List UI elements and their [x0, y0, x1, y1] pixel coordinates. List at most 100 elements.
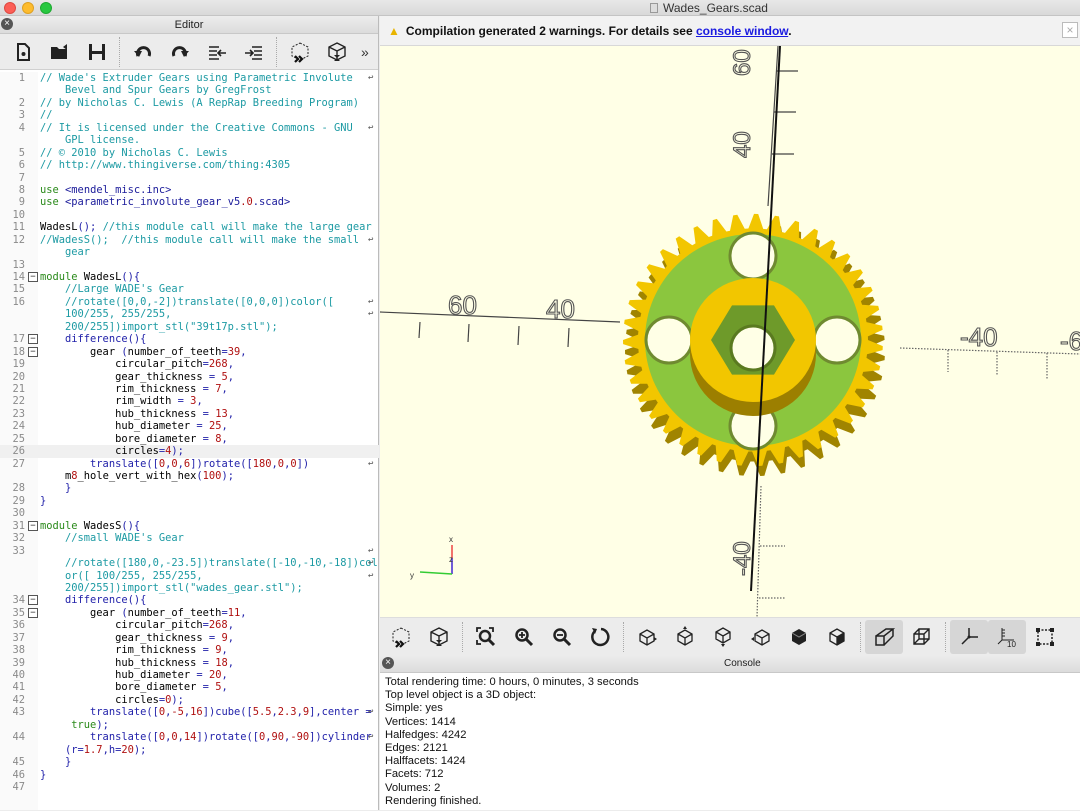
code-line[interactable]: GPL license. [0, 134, 379, 146]
code-line[interactable]: 1 // Wade's Extruder Gears using Parametr… [0, 72, 379, 84]
view-top-button[interactable] [666, 620, 704, 654]
code-line[interactable]: 100/255, 255/255, ↩ [0, 308, 379, 320]
reset-view-button[interactable] [581, 620, 619, 654]
view-front-button[interactable] [780, 620, 818, 654]
code-line[interactable]: 10 [0, 209, 379, 221]
code-line[interactable]: Bevel and Spur Gears by GregFrost [0, 84, 379, 96]
code-line[interactable]: 43 translate([0,-5,16])cube([5.5,2.3,9],… [0, 706, 379, 718]
code-line[interactable]: 12 //WadesS(); //this module call will ma… [0, 234, 379, 246]
code-line[interactable]: 33 ↩ [0, 545, 379, 557]
code-line[interactable]: 25 bore_diameter = 8, [0, 433, 379, 445]
code-line[interactable]: 42 circles=0); [0, 694, 379, 706]
code-line[interactable]: 29} [0, 495, 379, 507]
fold-toggle-icon[interactable]: − [28, 346, 38, 357]
zoom-out-button[interactable] [543, 620, 581, 654]
code-line[interactable]: m8_hole_vert_with_hex(100); [0, 470, 379, 482]
open-file-button[interactable] [41, 37, 78, 67]
code-line[interactable]: 30 [0, 507, 379, 519]
code-line[interactable]: 26 circles=4); [0, 445, 379, 458]
orthogonal-button[interactable] [903, 620, 941, 654]
code-line[interactable]: 19 circular_pitch=268, [0, 358, 379, 370]
code-line[interactable]: 11 WadesL(); //this module call will make… [0, 221, 379, 233]
code-line[interactable]: 6 // http://www.thingiverse.com/thing:430… [0, 159, 379, 171]
unindent-button[interactable] [198, 37, 235, 67]
code-line[interactable]: 36 circular_pitch=268, [0, 619, 379, 631]
gear-model[interactable] [623, 213, 885, 476]
code-line[interactable]: 24 hub_diameter = 25, [0, 420, 379, 432]
render-button[interactable] [420, 620, 458, 654]
redo-button[interactable] [161, 37, 198, 67]
code-line[interactable]: 9 use <parametric_involute_gear_v5.0.scad… [0, 196, 379, 208]
fold-toggle-icon[interactable]: − [28, 334, 38, 345]
close-warning-button[interactable]: × [1062, 22, 1078, 38]
code-line[interactable]: 45 } [0, 756, 379, 768]
view-right-button[interactable] [628, 620, 666, 654]
console-window-link[interactable]: console window [696, 24, 788, 38]
code-line[interactable]: 22 rim_width = 3, [0, 395, 379, 407]
view-back-button[interactable] [818, 620, 856, 654]
code-line[interactable]: 40 hub_diameter = 20, [0, 669, 379, 681]
code-line[interactable]: 16 //rotate([0,0,-2])translate([0,0,0])c… [0, 296, 379, 308]
code-line[interactable]: 28 } [0, 482, 379, 494]
code-line[interactable]: true); [0, 719, 379, 731]
code-line[interactable]: 38 rim_thickness = 9, [0, 644, 379, 656]
code-line[interactable]: 5 // © 2010 by Nicholas C. Lewis [0, 147, 379, 159]
code-line[interactable]: 20 gear_thickness = 5, [0, 371, 379, 383]
code-line[interactable]: 41 bore_diameter = 5, [0, 681, 379, 693]
code-line[interactable]: 21 rim_thickness = 7, [0, 383, 379, 395]
code-line[interactable]: 15 //Large WADE's Gear [0, 283, 379, 295]
show-edges-button[interactable] [1026, 620, 1064, 654]
show-scale-button[interactable]: 10 [988, 619, 1026, 654]
code-line[interactable]: 47 [0, 781, 379, 793]
code-line[interactable]: 35− gear (number_of_teeth=11, [0, 607, 379, 619]
code-line[interactable]: 200/255])import_stl("wades_gear.stl"); [0, 582, 379, 594]
close-window-button[interactable] [4, 2, 16, 14]
code-line[interactable]: 46} [0, 769, 379, 781]
code-line[interactable]: 31− module WadesS(){ [0, 520, 379, 532]
code-line[interactable]: 2 // by Nicholas C. Lewis (A RepRap Breed… [0, 97, 379, 109]
zoom-in-button[interactable] [505, 620, 543, 654]
code-line[interactable]: //rotate([180,0,-23.5])translate([-10,-1… [0, 557, 379, 569]
view-bottom-button[interactable] [704, 620, 742, 654]
code-line[interactable]: 18− gear (number_of_teeth=39, [0, 346, 379, 358]
code-editor[interactable]: 1 // Wade's Extruder Gears using Parametr… [0, 72, 379, 810]
fold-toggle-icon[interactable]: − [28, 272, 38, 282]
view-all-button[interactable] [467, 620, 505, 654]
scene-canvas[interactable]: 60 40 -40 -6 60 40 -40 x y z [380, 46, 1080, 617]
close-console-icon[interactable]: × [382, 657, 394, 669]
show-axes-button[interactable] [950, 619, 988, 654]
code-line[interactable]: 3 // [0, 109, 379, 121]
code-line[interactable]: (r=1.7,h=20); [0, 744, 379, 756]
undo-button[interactable] [124, 37, 161, 67]
code-line[interactable]: 14− module WadesL(){ [0, 271, 379, 283]
view-left-button[interactable] [742, 620, 780, 654]
close-editor-icon[interactable]: × [1, 18, 13, 30]
code-line[interactable]: or([ 100/255, 255/255, ↩ [0, 570, 379, 582]
code-line[interactable]: 17− difference(){ [0, 333, 379, 345]
code-line[interactable]: 4 // It is licensed under the Creative Co… [0, 122, 379, 134]
fold-toggle-icon[interactable]: − [28, 520, 38, 531]
new-file-button[interactable] [4, 37, 41, 67]
code-line[interactable]: 39 hub_thickness = 18, [0, 657, 379, 669]
toolbar-overflow-button[interactable]: » [361, 44, 369, 60]
code-line[interactable]: 13 [0, 259, 379, 271]
fold-toggle-icon[interactable]: − [28, 595, 38, 606]
code-line[interactable]: 34− difference(){ [0, 594, 379, 606]
code-line[interactable]: 44 translate([0,0,14])rotate([0,90,-90])… [0, 731, 379, 743]
indent-button[interactable] [235, 37, 272, 67]
zoom-window-button[interactable] [40, 2, 52, 14]
fold-toggle-icon[interactable]: − [28, 607, 38, 618]
code-line[interactable]: 32 //small WADE's Gear [0, 532, 379, 544]
minimize-window-button[interactable] [22, 2, 34, 14]
render-button[interactable] [318, 37, 355, 67]
code-line[interactable]: gear [0, 246, 379, 258]
save-button[interactable] [78, 37, 115, 67]
perspective-button[interactable] [865, 619, 903, 654]
code-line[interactable]: 27 translate([0,0,6])rotate([180,0,0]) ↩ [0, 458, 379, 470]
code-line[interactable]: 8 use <mendel_misc.inc> [0, 184, 379, 196]
code-line[interactable]: 23 hub_thickness = 13, [0, 408, 379, 420]
preview-button[interactable] [382, 620, 420, 654]
3d-viewport[interactable]: 60 40 -40 -6 60 40 -40 x y z [380, 46, 1080, 617]
code-line[interactable]: 7 [0, 172, 379, 184]
preview-button[interactable] [281, 37, 318, 67]
